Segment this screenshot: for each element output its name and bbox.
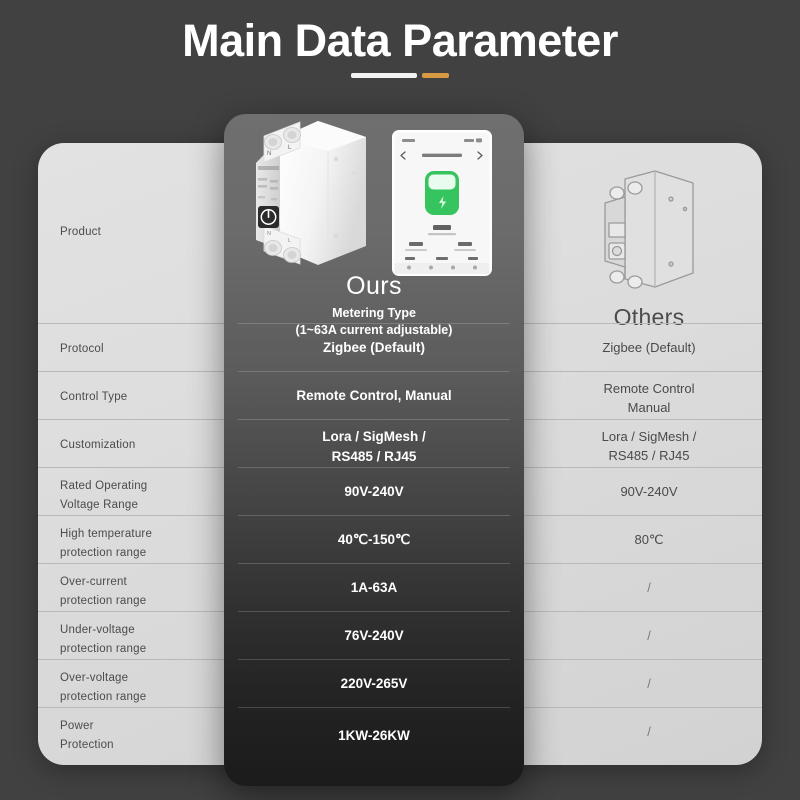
others-value-line: Lora / SigMesh / xyxy=(601,429,697,444)
row-divider xyxy=(238,611,510,612)
ours-value-over-current: 1A-63A xyxy=(350,580,398,595)
ours-value-protocol: Zigbee (Default) xyxy=(322,340,425,355)
others-value-customization: Lora / SigMesh / RS485 / RJ45 xyxy=(536,428,762,466)
others-value-line: RS485 / RJ45 xyxy=(608,447,690,463)
ours-value-high-temperature: 40℃-150℃ xyxy=(337,532,411,547)
others-value-under-voltage: / xyxy=(647,628,651,643)
row-label-line: protection range xyxy=(60,594,147,607)
row-divider xyxy=(238,515,510,516)
row-label-line: Over-current xyxy=(60,576,127,588)
row-label-line: protection range xyxy=(60,642,147,655)
others-value-over-voltage: / xyxy=(647,676,651,691)
others-value-power-protection: / xyxy=(647,724,651,739)
row-label-line: Over-voltage xyxy=(60,672,129,684)
row-divider xyxy=(238,323,510,324)
ours-value-line: Lora / SigMesh / xyxy=(322,429,426,444)
others-value-rated-voltage: 90V-240V xyxy=(620,484,678,499)
row-label-line: Voltage Range xyxy=(60,498,139,511)
row-divider xyxy=(238,371,510,372)
row-label-over-voltage: Over-voltage protection range xyxy=(60,669,220,707)
row-label-line: Protection xyxy=(60,738,114,751)
ours-value-rated-voltage: 90V-240V xyxy=(344,484,404,499)
row-label-line: High temperature xyxy=(60,528,153,540)
row-divider xyxy=(238,467,510,468)
row-label-line: protection range xyxy=(60,690,147,703)
row-label-line: Under-voltage xyxy=(60,624,135,636)
title-accent-divider xyxy=(0,73,800,79)
page-title: Main Data Parameter xyxy=(182,15,618,66)
row-label-protocol: Protocol xyxy=(60,343,104,355)
row-divider xyxy=(238,659,510,660)
row-label-rated-voltage: Rated Operating Voltage Range xyxy=(60,477,220,515)
row-divider xyxy=(238,563,510,564)
accent-bar-white xyxy=(351,73,417,79)
others-value-protocol: Zigbee (Default) xyxy=(602,340,696,355)
others-value-high-temperature: 80℃ xyxy=(634,532,664,547)
ours-values: Zigbee (Default) Remote Control, Manual … xyxy=(224,114,524,786)
ours-value-line: RS485 / RJ45 xyxy=(331,449,417,465)
ours-highlight-card: N L N L Ours Metering Type (1~63A curren… xyxy=(224,114,524,786)
others-value-over-current: / xyxy=(647,580,651,595)
others-value-line: Manual xyxy=(627,399,671,415)
ours-value-power-protection: 1KW-26KW xyxy=(338,728,410,743)
others-value-control-type: Remote Control Manual xyxy=(536,380,762,418)
row-divider xyxy=(238,419,510,420)
row-divider xyxy=(238,707,510,708)
row-label-line: Power xyxy=(60,720,94,732)
row-label-under-voltage: Under-voltage protection range xyxy=(60,621,220,659)
accent-bar-gold xyxy=(422,73,449,79)
row-label-product: Product xyxy=(60,226,102,238)
row-label-line: Rated Operating xyxy=(60,480,148,492)
row-label-control-type: Control Type xyxy=(60,391,128,403)
ours-value-control-type: Remote Control, Manual xyxy=(296,388,452,403)
row-label-high-temperature: High temperature protection range xyxy=(60,525,220,563)
ours-value-over-voltage: 220V-265V xyxy=(340,676,408,691)
row-label-power-protection: Power Protection xyxy=(60,717,220,755)
others-value-line: Remote Control xyxy=(603,381,695,396)
ours-value-under-voltage: 76V-240V xyxy=(344,628,404,643)
row-label-over-current: Over-current protection range xyxy=(60,573,220,611)
ours-value-customization: Lora / SigMesh / RS485 / RJ45 xyxy=(224,427,524,468)
row-label-customization: Customization xyxy=(60,439,136,451)
row-label-line: protection range xyxy=(60,546,147,559)
page-header: Main Data Parameter xyxy=(0,14,800,79)
